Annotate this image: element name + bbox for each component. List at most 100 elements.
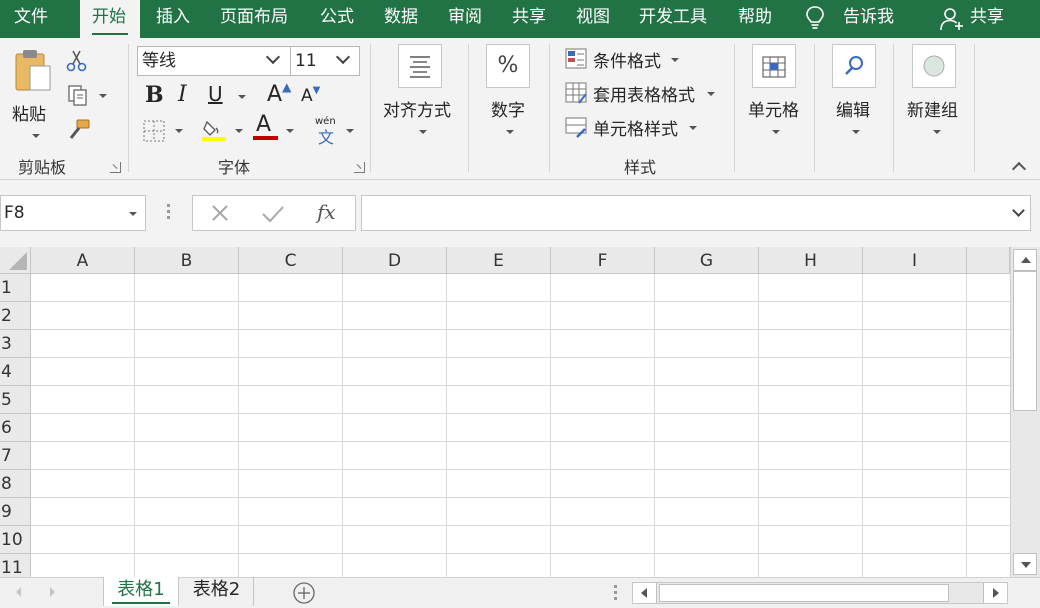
alignment-label: 对齐方式 (383, 101, 451, 121)
tab-view[interactable]: 视图 (576, 0, 610, 38)
borders-icon[interactable] (143, 120, 165, 142)
cell-styles-button[interactable]: 单元格样式 (565, 115, 705, 141)
alignment-button[interactable]: 对齐方式 (378, 44, 462, 144)
scroll-down-button[interactable] (1013, 553, 1037, 575)
fill-color-dropdown-caret[interactable] (235, 129, 243, 133)
expand-formula-bar-icon[interactable] (1012, 204, 1025, 217)
grid-line (550, 274, 551, 577)
name-box[interactable]: F8 (0, 195, 146, 231)
row-header-11[interactable]: 11 (0, 554, 31, 577)
new-group-label: 新建组 (907, 101, 958, 121)
scroll-up-button[interactable] (1013, 249, 1037, 271)
menu-bar: 文件 开始 插入 页面布局 公式 数据 审阅 共享 视图 开发工具 帮助 告诉我… (0, 0, 1040, 38)
column-header-i[interactable]: I (863, 247, 967, 274)
format-as-table-button[interactable]: 套用表格格式 (565, 81, 725, 107)
tab-data[interactable]: 数据 (384, 0, 418, 38)
font-color-icon[interactable]: A (253, 112, 279, 142)
column-header-c[interactable]: C (239, 247, 343, 274)
scroll-right-button[interactable] (983, 583, 1007, 603)
vertical-scroll-thumb[interactable] (1013, 271, 1037, 411)
sheet-tab-1[interactable]: 表格1 (103, 577, 179, 606)
sheet-tab-2[interactable]: 表格2 (180, 577, 254, 606)
cells-button[interactable]: 单元格 (744, 44, 808, 144)
column-header-e[interactable]: E (447, 247, 551, 274)
tab-help[interactable]: 帮助 (738, 0, 772, 38)
enter-checkmark-icon[interactable] (261, 204, 285, 224)
column-header-h[interactable]: H (759, 247, 863, 274)
tab-formulas[interactable]: 公式 (320, 0, 354, 38)
row-header-8[interactable]: 8 (0, 470, 31, 498)
formula-input[interactable] (361, 195, 1031, 231)
collapse-ribbon-icon[interactable] (1011, 161, 1027, 177)
scissors-icon[interactable] (65, 49, 89, 73)
row-header-4[interactable]: 4 (0, 358, 31, 386)
row-header-10[interactable]: 10 (0, 526, 31, 554)
font-dialog-launcher[interactable] (354, 162, 365, 173)
font-size-combo[interactable]: 11 (290, 46, 360, 76)
column-header-f[interactable]: F (551, 247, 655, 274)
tab-review[interactable]: 审阅 (448, 0, 482, 38)
phonetic-guide-icon[interactable]: wén 文 (313, 116, 341, 147)
number-format-button[interactable]: % 数字 (480, 44, 540, 144)
formula-buttons: fx (192, 195, 356, 231)
row-header-7[interactable]: 7 (0, 442, 31, 470)
paste-button[interactable]: 粘贴 (8, 46, 56, 142)
tab-home[interactable]: 开始 (80, 0, 140, 38)
grid-line (31, 469, 1010, 470)
add-sheet-icon[interactable] (292, 581, 316, 605)
column-header-d[interactable]: D (343, 247, 447, 274)
increase-font-size-icon[interactable]: A▲ (267, 80, 291, 107)
chevron-down-icon (265, 49, 281, 65)
decrease-font-size-icon[interactable]: A▼ (301, 85, 320, 106)
vertical-scrollbar[interactable] (1010, 247, 1040, 577)
tab-developer[interactable]: 开发工具 (639, 0, 707, 38)
tab-share[interactable]: 共享 (512, 0, 546, 38)
row-header-2[interactable]: 2 (0, 302, 31, 330)
tab-file[interactable]: 文件 (14, 0, 48, 38)
copy-dropdown-caret[interactable] (99, 94, 107, 98)
share-label: 共享 (970, 7, 1004, 27)
prev-sheet-icon[interactable] (16, 587, 21, 597)
split-handle-icon[interactable] (614, 585, 617, 600)
bold-icon[interactable]: B (145, 82, 164, 108)
tab-page-layout[interactable]: 页面布局 (220, 0, 288, 38)
insert-function-icon[interactable]: fx (317, 200, 336, 224)
font-color-dropdown-caret[interactable] (286, 129, 294, 133)
phonetic-dropdown-caret[interactable] (346, 129, 354, 133)
format-painter-icon[interactable] (65, 118, 91, 142)
name-box-dropdown-caret[interactable] (129, 212, 137, 216)
select-all-corner[interactable] (0, 247, 31, 274)
editing-button[interactable]: 编辑 (828, 44, 884, 144)
font-name-combo[interactable]: 等线 (137, 46, 291, 76)
horizontal-scrollbar[interactable] (632, 582, 1008, 604)
cancel-icon[interactable] (210, 203, 230, 223)
row-header-3[interactable]: 3 (0, 330, 31, 358)
arrow-up-icon (1021, 257, 1031, 263)
copy-icon[interactable] (66, 83, 90, 107)
row-header-5[interactable]: 5 (0, 386, 31, 414)
scroll-left-button[interactable] (633, 583, 657, 603)
row-header-1[interactable]: 1 (0, 274, 31, 302)
column-header-j[interactable] (967, 247, 1010, 274)
horizontal-scroll-thumb[interactable] (659, 584, 949, 602)
worksheet-grid[interactable]: A B C D E F G H I 1 2 3 4 5 6 7 8 9 10 1… (0, 247, 1010, 577)
tab-insert[interactable]: 插入 (156, 0, 190, 38)
font-name-value: 等线 (142, 51, 176, 71)
paste-dropdown-caret[interactable] (32, 134, 40, 138)
italic-icon[interactable]: I (178, 82, 187, 107)
underline-icon[interactable]: U (208, 82, 223, 106)
drag-handle-icon[interactable] (167, 204, 170, 222)
new-group-button[interactable]: 新建组 (904, 44, 966, 144)
new-group-icon (912, 44, 956, 88)
next-sheet-icon[interactable] (50, 587, 55, 597)
conditional-formatting-button[interactable]: 条件格式 (565, 47, 695, 73)
borders-dropdown-caret[interactable] (175, 129, 183, 133)
clipboard-dialog-launcher[interactable] (110, 162, 121, 173)
row-header-6[interactable]: 6 (0, 414, 31, 442)
row-header-9[interactable]: 9 (0, 498, 31, 526)
underline-dropdown-caret[interactable] (238, 95, 246, 99)
column-header-a[interactable]: A (31, 247, 135, 274)
fill-color-icon[interactable] (201, 116, 227, 142)
column-header-g[interactable]: G (655, 247, 759, 274)
column-header-b[interactable]: B (135, 247, 239, 274)
